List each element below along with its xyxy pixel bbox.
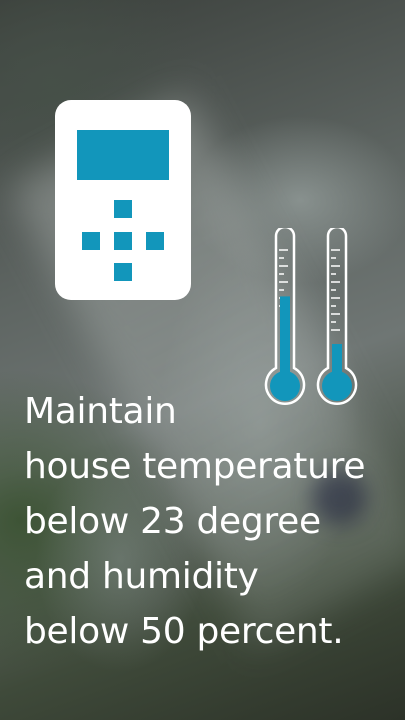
- tip-screen: Maintain house temperature below 23 degr…: [0, 0, 405, 720]
- message-line: and humidity: [24, 556, 259, 597]
- message-line: below 23 degree: [24, 501, 321, 542]
- thermostat-display-icon: [77, 130, 169, 180]
- humidity-thermometer-icon: [316, 228, 358, 405]
- dpad-up-icon: [114, 200, 132, 218]
- tip-message: Maintain house temperature below 23 degr…: [24, 384, 399, 659]
- message-line: Maintain: [24, 391, 177, 432]
- dpad-down-icon: [114, 263, 132, 281]
- thermostat-control-icon: [55, 100, 191, 300]
- temperature-thermometer-icon: [264, 228, 306, 405]
- message-line: house temperature: [24, 446, 366, 487]
- dpad-right-icon: [146, 232, 164, 250]
- dpad-center-icon: [114, 232, 132, 250]
- message-line: below 50 percent.: [24, 611, 344, 652]
- dpad-left-icon: [82, 232, 100, 250]
- temperature-level-fill: [280, 296, 290, 378]
